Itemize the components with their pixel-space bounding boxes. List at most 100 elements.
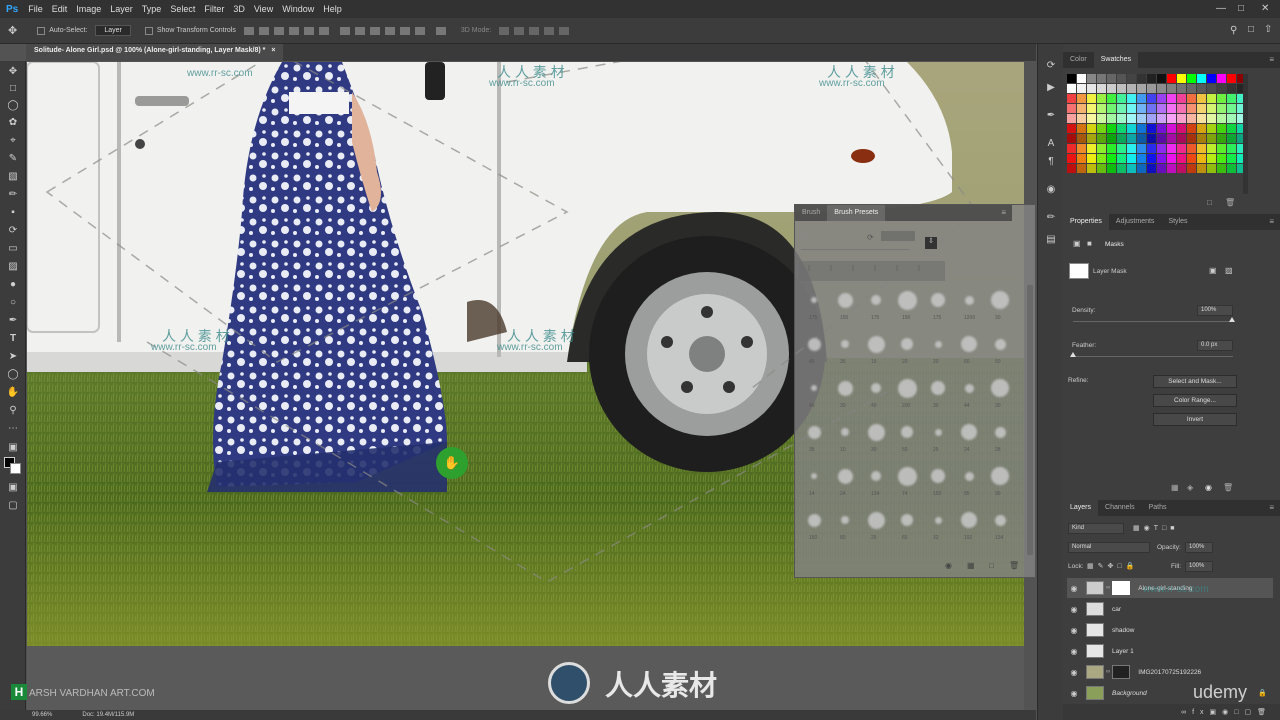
menu-select[interactable]: Select	[170, 4, 195, 14]
color-swatch[interactable]	[1197, 114, 1206, 123]
color-swatch[interactable]	[1197, 144, 1206, 153]
panel-menu-icon[interactable]: ≡	[1001, 208, 1006, 217]
brush-preset[interactable]	[803, 377, 825, 399]
color-swatch[interactable]	[1077, 124, 1086, 133]
link-icon[interactable]: ∞	[1106, 585, 1110, 591]
brush-preset[interactable]	[896, 509, 918, 531]
brush-scrollbar[interactable]	[1027, 285, 1033, 555]
color-swatch[interactable]	[1207, 114, 1216, 123]
color-swatch[interactable]	[1207, 124, 1216, 133]
color-swatch[interactable]	[1217, 114, 1226, 123]
color-swatch[interactable]	[1197, 84, 1206, 93]
color-swatch[interactable]	[1077, 84, 1086, 93]
color-swatch[interactable]	[1157, 84, 1166, 93]
color-swatch[interactable]	[1207, 74, 1216, 83]
color-swatch[interactable]	[1117, 94, 1126, 103]
color-swatch[interactable]	[1067, 164, 1076, 173]
brush-preset[interactable]	[989, 421, 1011, 443]
density-slider[interactable]	[1073, 321, 1233, 322]
3d-scale-icon[interactable]	[559, 26, 570, 35]
color-swatch[interactable]	[1107, 114, 1116, 123]
color-swatch[interactable]	[1157, 144, 1166, 153]
blur-tool-icon[interactable]: ●	[6, 278, 20, 290]
clone-stamp-tool-icon[interactable]: ▪	[6, 206, 20, 218]
color-swatch[interactable]	[1207, 164, 1216, 173]
brush-preset[interactable]	[803, 333, 825, 355]
color-swatch[interactable]	[1087, 74, 1096, 83]
brush-strip[interactable]	[799, 261, 945, 281]
color-swatch[interactable]	[1217, 124, 1226, 133]
search-icon[interactable]: ⚲	[1230, 25, 1237, 36]
brush-preset[interactable]	[927, 421, 949, 443]
brush-preset[interactable]	[834, 333, 856, 355]
color-swatch[interactable]	[1167, 94, 1176, 103]
brush-preset[interactable]	[927, 333, 949, 355]
more-tools-icon[interactable]: ⋯	[6, 422, 20, 434]
color-swatch[interactable]	[1207, 104, 1216, 113]
brush-preset[interactable]	[896, 377, 918, 399]
brush-preset[interactable]	[834, 509, 856, 531]
quick-select-tool-icon[interactable]: ✿	[6, 116, 20, 128]
color-swatch[interactable]	[1227, 74, 1236, 83]
color-swatch[interactable]	[1117, 74, 1126, 83]
minimize-icon[interactable]: —	[1216, 3, 1226, 14]
pixel-mask-icon[interactable]: ▣	[1073, 239, 1081, 248]
brush-preset[interactable]	[927, 509, 949, 531]
document-tab[interactable]: Solitude- Alone Girl.psd @ 100% (Alone-g…	[26, 44, 284, 61]
grid-view-icon[interactable]: ▦	[967, 561, 975, 570]
color-swatch[interactable]	[1227, 114, 1236, 123]
color-swatch[interactable]	[1087, 124, 1096, 133]
color-swatch[interactable]	[1167, 104, 1176, 113]
color-swatch[interactable]	[1197, 164, 1206, 173]
color-swatch[interactable]	[1077, 114, 1086, 123]
color-swatch[interactable]	[1137, 124, 1146, 133]
brush-preset[interactable]	[803, 465, 825, 487]
brush-preset[interactable]	[865, 289, 887, 311]
gradient-tool-icon[interactable]: ▨	[6, 260, 20, 272]
color-swatch[interactable]	[1077, 104, 1086, 113]
color-swatch[interactable]	[1157, 154, 1166, 163]
brush-preset[interactable]	[865, 421, 887, 443]
color-swatch[interactable]	[1217, 144, 1226, 153]
close-tab-icon[interactable]: ×	[271, 47, 275, 54]
color-swatch[interactable]	[1227, 144, 1236, 153]
align-middle-icon[interactable]	[258, 26, 269, 35]
brush-preset[interactable]	[896, 333, 918, 355]
color-swatch[interactable]	[1227, 124, 1236, 133]
hand-tool-icon[interactable]: ✋	[6, 386, 20, 398]
color-swatch[interactable]	[1097, 94, 1106, 103]
tab-swatches[interactable]: Swatches	[1093, 52, 1139, 68]
tab-brush[interactable]: Brush	[795, 205, 827, 221]
marquee-tool-icon[interactable]: □	[6, 82, 20, 94]
vector-mask-icon[interactable]: ■	[1087, 239, 1092, 248]
select-mask-icon[interactable]: ▣	[1209, 266, 1217, 275]
color-swatch[interactable]	[1097, 84, 1106, 93]
tool-presets-icon[interactable]: ▤	[1045, 234, 1057, 246]
menu-type[interactable]: Type	[142, 4, 162, 14]
new-brush-icon[interactable]: □	[989, 561, 994, 570]
eye-icon[interactable]: ◉	[1067, 668, 1081, 677]
color-swatch[interactable]	[1197, 94, 1206, 103]
color-swatch[interactable]	[1107, 74, 1116, 83]
color-swatch[interactable]	[1077, 134, 1086, 143]
color-swatch[interactable]	[1147, 94, 1156, 103]
lock-icons[interactable]: ▦✎✥□🔒	[1087, 562, 1138, 570]
background-color-swatch[interactable]	[10, 463, 21, 474]
color-swatch[interactable]	[1147, 144, 1156, 153]
share-icon[interactable]: ⇧	[1264, 24, 1272, 35]
color-swatch[interactable]	[1087, 144, 1096, 153]
opacity-field[interactable]: 100%	[1185, 542, 1213, 553]
align-right-icon[interactable]	[318, 26, 329, 35]
color-swatch[interactable]	[1147, 74, 1156, 83]
align-bottom-icon[interactable]	[273, 26, 284, 35]
color-swatch[interactable]	[1097, 154, 1106, 163]
color-swatch[interactable]	[1147, 164, 1156, 173]
color-swatch[interactable]	[1067, 134, 1076, 143]
swatch-scrollbar[interactable]	[1243, 74, 1248, 194]
color-swatch[interactable]	[1227, 94, 1236, 103]
apply-mask-bottom-icon[interactable]: ◈	[1187, 483, 1193, 492]
color-swatch[interactable]	[1177, 84, 1186, 93]
color-swatch[interactable]	[1157, 124, 1166, 133]
brush-preset[interactable]	[865, 509, 887, 531]
brush-preset[interactable]	[927, 289, 949, 311]
